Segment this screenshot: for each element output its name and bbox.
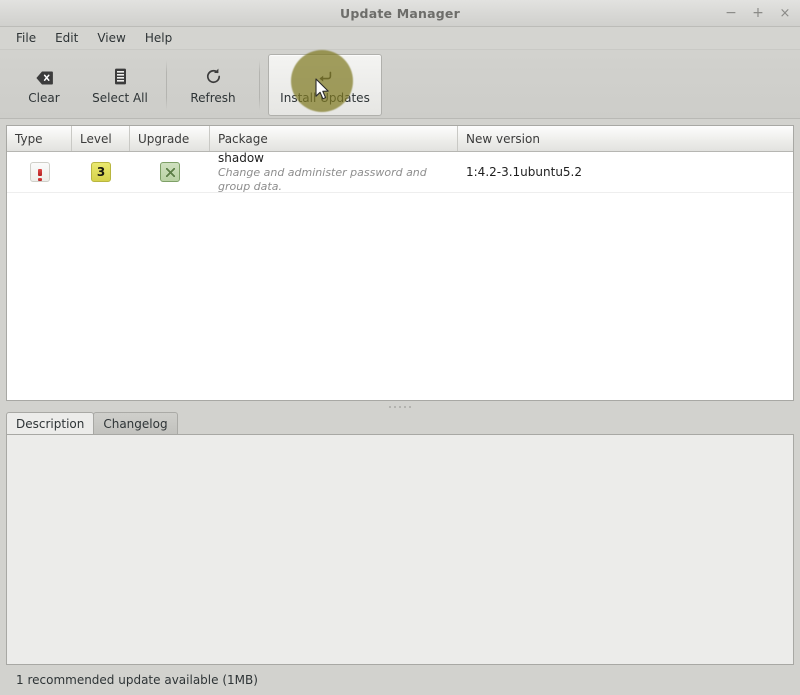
column-header-type[interactable]: Type [7, 126, 72, 151]
column-header-upgrade[interactable]: Upgrade [130, 126, 210, 151]
install-updates-arrow-icon [317, 65, 333, 85]
red-exclamation-icon [29, 162, 50, 182]
select-all-button-label: Select All [92, 91, 148, 105]
cell-level: 3 [72, 152, 130, 192]
toolbar: Clear Select All Refresh Install Updates [0, 50, 800, 119]
refresh-button-label: Refresh [190, 91, 236, 105]
upgrade-checkbox-icon[interactable] [160, 162, 180, 182]
install-updates-button[interactable]: Install Updates [268, 54, 382, 116]
menu-item-file[interactable]: File [8, 29, 44, 47]
backspace-clear-icon [35, 65, 53, 85]
refresh-button[interactable]: Refresh [175, 54, 251, 116]
package-list: Type Level Upgrade Package New version 3 [6, 125, 794, 401]
column-header-package[interactable]: Package [210, 126, 458, 151]
column-header-level[interactable]: Level [72, 126, 130, 151]
select-all-button[interactable]: Select All [82, 54, 158, 116]
table-row[interactable]: 3 shadow Change and administer password … [7, 152, 793, 193]
column-header-new-version[interactable]: New version [458, 126, 793, 151]
install-updates-button-label: Install Updates [280, 91, 370, 105]
package-name: shadow [218, 152, 264, 165]
select-all-document-icon [114, 65, 127, 85]
cell-package: shadow Change and administer password an… [210, 152, 458, 192]
level-badge: 3 [91, 162, 111, 182]
menu-bar: File Edit View Help [0, 27, 800, 50]
package-list-body: 3 shadow Change and administer password … [7, 152, 793, 400]
package-description: Change and administer password and group… [218, 165, 427, 192]
title-bar: Update Manager − + × [0, 0, 800, 27]
status-bar: 1 recommended update available (1MB) [0, 665, 800, 695]
minimize-icon[interactable]: − [724, 4, 738, 22]
menu-item-view[interactable]: View [89, 29, 133, 47]
close-icon[interactable]: × [778, 4, 792, 22]
clear-button[interactable]: Clear [6, 54, 82, 116]
toolbar-separator-1 [166, 60, 167, 110]
tab-description[interactable]: Description [6, 412, 95, 434]
window-controls: − + × [724, 0, 792, 26]
refresh-circular-arrow-icon [205, 65, 222, 85]
update-manager-window: Update Manager − + × File Edit View Help… [0, 0, 800, 695]
package-list-header: Type Level Upgrade Package New version [7, 126, 793, 152]
detail-content-panel[interactable] [6, 434, 794, 665]
menu-item-edit[interactable]: Edit [47, 29, 86, 47]
menu-item-help[interactable]: Help [137, 29, 180, 47]
toolbar-separator-2 [259, 60, 260, 110]
cell-upgrade [130, 152, 210, 192]
status-bar-text: 1 recommended update available (1MB) [16, 673, 258, 687]
detail-tab-bar: Description Changelog [0, 412, 800, 434]
pane-splitter-handle[interactable] [0, 401, 800, 412]
package-new-version: 1:4.2-3.1ubuntu5.2 [466, 165, 583, 179]
clear-button-label: Clear [28, 91, 60, 105]
cell-new-version: 1:4.2-3.1ubuntu5.2 [458, 152, 793, 192]
window-title: Update Manager [340, 5, 460, 21]
maximize-icon[interactable]: + [751, 4, 765, 22]
tab-changelog[interactable]: Changelog [93, 412, 178, 434]
cell-type [7, 152, 72, 192]
